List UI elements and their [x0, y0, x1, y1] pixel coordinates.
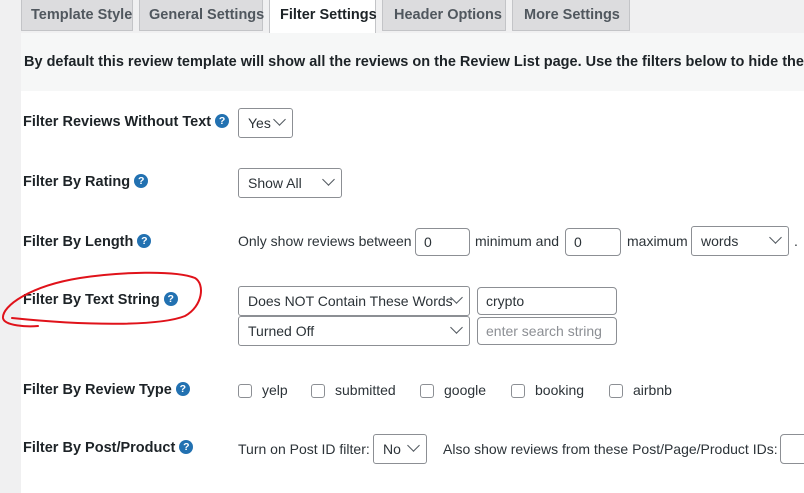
length-unit-select[interactable]: words: [691, 226, 789, 256]
help-icon[interactable]: ?: [179, 440, 194, 454]
checkbox-yelp[interactable]: [238, 384, 252, 398]
chevron-down-icon: [769, 231, 782, 244]
length-min-input[interactable]: 0: [415, 228, 470, 256]
intro-text: By default this review template will sho…: [21, 33, 804, 91]
filter-post-product-label: Filter By Post/Product?: [23, 440, 194, 456]
post-ids-label: Also show reviews from these Post/Page/P…: [443, 441, 778, 457]
text-string-mode-select-1[interactable]: Does NOT Contain These Words: [238, 286, 470, 316]
filter-without-text-label: Filter Reviews Without Text?: [23, 114, 230, 130]
filter-length-label: Filter By Length?: [23, 234, 152, 250]
filter-rating-select[interactable]: Show All: [238, 168, 342, 198]
filter-rating-label: Filter By Rating?: [23, 174, 149, 190]
tab-template-style[interactable]: Template Style: [21, 0, 133, 31]
length-suffix: .: [794, 233, 798, 249]
help-icon[interactable]: ?: [215, 114, 230, 128]
checkbox-airbnb[interactable]: [609, 384, 623, 398]
checkbox-submitted[interactable]: [311, 384, 325, 398]
annotation-circle: [2, 271, 202, 328]
settings-tabs: Template Style General Settings Filter S…: [21, 0, 636, 33]
filter-settings-panel: By default this review template will sho…: [21, 33, 804, 493]
filter-without-text-select[interactable]: Yes: [238, 108, 293, 138]
text-string-input-2[interactable]: enter search string: [477, 317, 617, 345]
checkbox-label-submitted: submitted: [335, 382, 396, 398]
text-string-input-1[interactable]: crypto: [477, 287, 617, 315]
help-icon[interactable]: ?: [137, 234, 152, 248]
chevron-down-icon: [450, 321, 463, 334]
tab-more-settings[interactable]: More Settings: [512, 0, 630, 31]
chevron-down-icon: [407, 439, 420, 452]
checkbox-booking[interactable]: [511, 384, 525, 398]
help-icon[interactable]: ?: [134, 174, 149, 188]
checkbox-label-yelp: yelp: [262, 382, 288, 398]
post-id-toggle-select[interactable]: No: [373, 434, 427, 464]
checkbox-label-airbnb: airbnb: [633, 382, 672, 398]
checkbox-label-google: google: [444, 382, 487, 398]
length-prefix-text: Only show reviews between: [238, 233, 412, 249]
tab-general-settings[interactable]: General Settings: [139, 0, 264, 31]
checkbox-label-booking: booking: [535, 382, 585, 398]
chevron-down-icon: [273, 113, 286, 126]
text-string-mode-select-2[interactable]: Turned Off: [238, 316, 470, 346]
chevron-down-icon: [322, 173, 335, 186]
tab-header-options[interactable]: Header Options: [382, 0, 506, 31]
length-max-input[interactable]: 0: [565, 228, 621, 256]
help-icon[interactable]: ?: [175, 382, 190, 396]
post-ids-input[interactable]: [780, 434, 804, 464]
length-min-label: minimum and: [475, 233, 560, 249]
tab-filter-settings[interactable]: Filter Settings: [269, 0, 377, 33]
length-max-label: maximum: [627, 233, 688, 249]
post-id-toggle-label: Turn on Post ID filter:: [238, 441, 370, 457]
checkbox-google[interactable]: [420, 384, 434, 398]
annotation-stroke: [2, 271, 202, 328]
filter-review-type-label: Filter By Review Type?: [23, 382, 190, 398]
